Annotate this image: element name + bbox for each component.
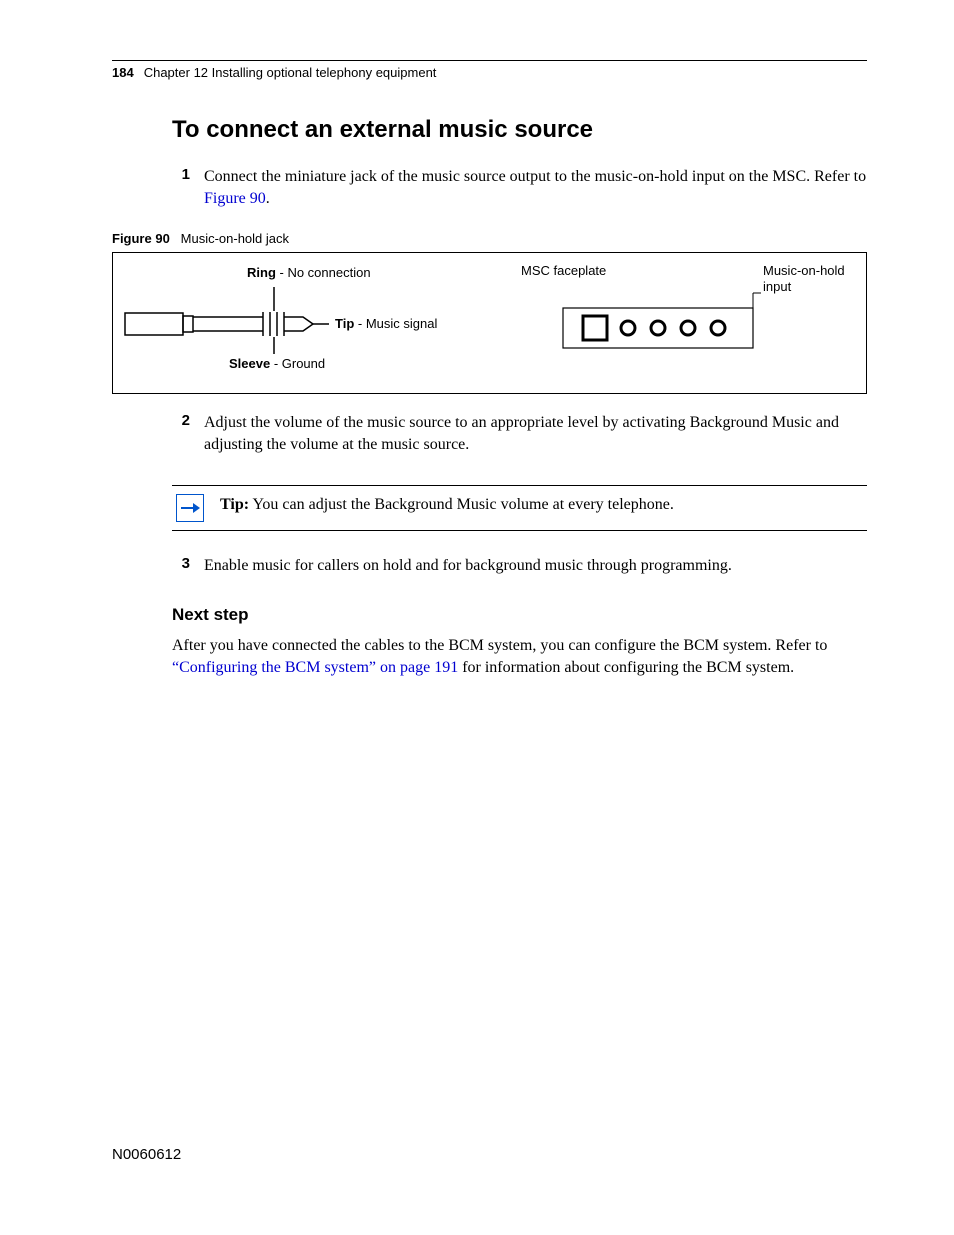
content-block: To connect an external music source 1 Co… bbox=[172, 116, 867, 209]
step-body: Adjust the volume of the music source to… bbox=[204, 412, 867, 455]
figure-xref-link[interactable]: Figure 90 bbox=[204, 190, 266, 207]
tip-text: Tip: You can adjust the Background Music… bbox=[220, 492, 674, 516]
step-2: 2 Adjust the volume of the music source … bbox=[172, 412, 867, 455]
next-step-xref-link[interactable]: “Configuring the BCM system” on page 191 bbox=[172, 659, 458, 676]
tip-box: Tip: You can adjust the Background Music… bbox=[172, 485, 867, 531]
figure-label-ring: Ring - No connection bbox=[247, 265, 371, 280]
next-step-text-a: After you have connected the cables to t… bbox=[172, 637, 827, 654]
step-text-tail: . bbox=[266, 190, 270, 207]
next-step-text-b: for information about configuring the BC… bbox=[458, 659, 794, 676]
tip-rule-bottom bbox=[172, 530, 867, 531]
step-text: Connect the miniature jack of the music … bbox=[204, 168, 866, 185]
figure-caption: Figure 90 Music-on-hold jack bbox=[112, 231, 867, 246]
header-rule bbox=[112, 60, 867, 61]
tip-row: Tip: You can adjust the Background Music… bbox=[172, 486, 867, 530]
figure-label-moh: Music-on-hold input bbox=[763, 263, 845, 294]
figure-label-tip: Tip - Music signal bbox=[335, 316, 437, 331]
figure-svg bbox=[113, 253, 866, 393]
figure-label-moh-l1: Music-on-hold bbox=[763, 263, 845, 279]
step-3: 3 Enable music for callers on hold and f… bbox=[172, 555, 867, 577]
figure-caption-lead: Figure 90 bbox=[112, 231, 170, 246]
running-head: 184 Chapter 12 Installing optional telep… bbox=[112, 65, 867, 80]
figure-label-sleeve-text: - Ground bbox=[270, 356, 325, 371]
figure-caption-text: Music-on-hold jack bbox=[181, 231, 289, 246]
step-body: Connect the miniature jack of the music … bbox=[204, 166, 867, 209]
tip-lead: Tip: bbox=[220, 496, 249, 513]
figure-label-sleeve: Sleeve - Ground bbox=[229, 356, 325, 371]
content-block-2: 2 Adjust the volume of the music source … bbox=[172, 412, 867, 678]
page-number: 184 bbox=[112, 65, 134, 80]
figure-label-tip-bold: Tip bbox=[335, 316, 354, 331]
step-number: 3 bbox=[172, 555, 204, 577]
step-number: 1 bbox=[172, 166, 204, 209]
page: 184 Chapter 12 Installing optional telep… bbox=[0, 0, 954, 1235]
figure-label-sleeve-bold: Sleeve bbox=[229, 356, 270, 371]
next-step-paragraph: After you have connected the cables to t… bbox=[172, 635, 867, 678]
next-step-heading: Next step bbox=[172, 605, 867, 625]
step-number: 2 bbox=[172, 412, 204, 455]
figure-label-ring-text: - No connection bbox=[276, 265, 371, 280]
figure-label-ring-bold: Ring bbox=[247, 265, 276, 280]
step-body: Enable music for callers on hold and for… bbox=[204, 555, 867, 577]
section-heading: To connect an external music source bbox=[172, 116, 867, 144]
figure-label-tip-text: - Music signal bbox=[354, 316, 437, 331]
step-1: 1 Connect the miniature jack of the musi… bbox=[172, 166, 867, 209]
arrow-right-icon bbox=[176, 494, 204, 522]
figure-label-moh-l2: input bbox=[763, 279, 845, 295]
tip-body: You can adjust the Background Music volu… bbox=[249, 496, 674, 513]
figure-box: Ring - No connection Tip - Music signal … bbox=[112, 252, 867, 394]
figure-label-msc: MSC faceplate bbox=[521, 263, 606, 278]
chapter-title: Chapter 12 Installing optional telephony… bbox=[144, 65, 437, 80]
document-number: N0060612 bbox=[112, 1146, 181, 1163]
